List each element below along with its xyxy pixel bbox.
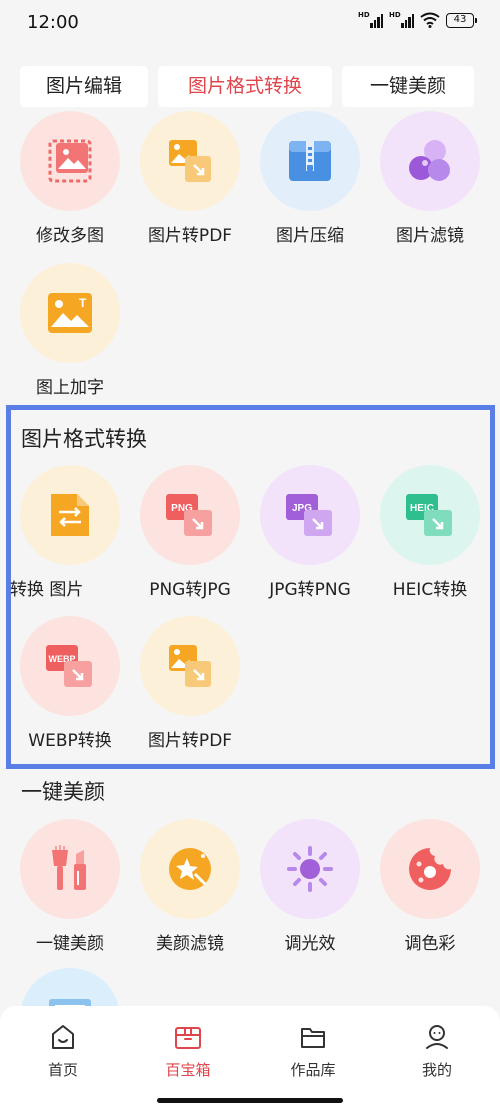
tool-one-key-beauty[interactable]: 一键美颜 xyxy=(10,819,130,956)
compress-zip-icon xyxy=(289,141,331,181)
tool-light-effect[interactable]: 调光效 xyxy=(250,819,370,956)
tool-beauty-filter[interactable]: 美颜滤镜 xyxy=(130,819,250,956)
filter-circles-icon xyxy=(409,140,450,181)
toolbox-icon xyxy=(175,1027,201,1049)
section-title-format: 图片格式转换 xyxy=(21,427,147,451)
jpg-icon: JPG xyxy=(286,494,332,536)
tool-jpg-to-png[interactable]: JPG JPG转PNG xyxy=(250,465,370,602)
nav-label: 作品库 xyxy=(290,1061,336,1079)
tool-label: PNG转JPG xyxy=(149,580,231,600)
tool-png-to-jpg[interactable]: PNG PNG转JPG xyxy=(130,465,250,602)
tool-label: 图片转PDF xyxy=(147,226,233,246)
convert-file-icon xyxy=(51,494,89,536)
status-icons: HD HD 43 xyxy=(358,11,477,28)
tool-label: 图上加字 xyxy=(36,378,104,398)
hd-tag: HD xyxy=(358,11,370,19)
tool-label: 图片滤镜 xyxy=(396,226,464,246)
tool-label: HEIC转换 xyxy=(392,580,468,600)
magic-star-icon xyxy=(169,848,211,890)
heic-icon: HEIC xyxy=(406,494,452,536)
bottom-nav: 首页 百宝箱 作品库 我的 xyxy=(0,1006,500,1111)
wifi-icon xyxy=(420,12,440,28)
tool-add-text[interactable]: T 图上加字 xyxy=(10,263,130,400)
nav-label: 首页 xyxy=(47,1061,78,1079)
add-text-image-icon: T xyxy=(48,293,92,333)
nav-works[interactable]: 作品库 xyxy=(273,1023,353,1080)
tool-image-to-pdf-2[interactable]: 图片转PDF xyxy=(130,616,250,753)
tool-webp[interactable]: WEBP WEBP转换 xyxy=(10,616,130,753)
tool-label: 图片压缩 xyxy=(276,226,344,246)
tool-label: 转换 图片 xyxy=(10,580,84,600)
nav-home[interactable]: 首页 xyxy=(23,1023,103,1080)
signal-icon: HD xyxy=(358,11,383,28)
home-indicator[interactable] xyxy=(157,1098,343,1103)
category-tabs: 图片编辑 图片格式转换 一键美颜 xyxy=(20,66,480,107)
tool-multi-image[interactable]: 修改多图 xyxy=(10,111,130,248)
palette-icon xyxy=(409,848,451,890)
tool-label: 美颜滤镜 xyxy=(156,934,224,954)
folder-icon xyxy=(301,1028,325,1048)
image-to-pdf-icon xyxy=(169,645,211,687)
multi-image-icon xyxy=(48,139,92,183)
png-icon: PNG xyxy=(166,494,212,536)
tool-label: 调色彩 xyxy=(404,934,456,954)
tool-label: 调光效 xyxy=(284,934,336,954)
tool-convert[interactable]: 转换 图片 xyxy=(10,465,130,602)
tool-label: WEBP转换 xyxy=(28,731,112,751)
tool-image-to-pdf[interactable]: 图片转PDF xyxy=(130,111,250,248)
svg-text:T: T xyxy=(79,296,87,310)
tool-label: JPG转PNG xyxy=(269,580,351,600)
hd-tag: HD xyxy=(389,11,401,19)
webp-icon: WEBP xyxy=(46,645,92,687)
tool-label: 图片转PDF xyxy=(147,731,233,751)
status-time: 12:00 xyxy=(27,12,79,33)
section-title-beauty: 一键美颜 xyxy=(21,780,105,804)
sun-icon xyxy=(287,846,333,892)
tool-color-adjust[interactable]: 调色彩 xyxy=(370,819,490,956)
tab-beauty[interactable]: 一键美颜 xyxy=(342,66,474,107)
signal-icon: HD xyxy=(389,11,414,28)
nav-label: 我的 xyxy=(421,1061,452,1079)
nav-label: 百宝箱 xyxy=(165,1061,211,1079)
tool-compress[interactable]: 图片压缩 xyxy=(250,111,370,248)
nav-profile[interactable]: 我的 xyxy=(397,1023,477,1080)
tab-format-convert[interactable]: 图片格式转换 xyxy=(158,66,332,107)
makeup-brush-icon xyxy=(52,845,86,890)
tool-filter[interactable]: 图片滤镜 xyxy=(370,111,490,248)
tool-heic[interactable]: HEIC HEIC转换 xyxy=(370,465,490,602)
tab-image-edit[interactable]: 图片编辑 xyxy=(20,66,148,107)
home-icon xyxy=(52,1025,74,1049)
image-to-pdf-icon xyxy=(169,140,211,182)
nav-toolbox[interactable]: 百宝箱 xyxy=(148,1023,228,1080)
status-bar: 12:00 HD HD 43 xyxy=(0,0,500,46)
tool-label: 修改多图 xyxy=(36,226,104,246)
battery-icon: 43 xyxy=(446,12,477,28)
profile-icon xyxy=(426,1025,448,1049)
tool-label: 一键美颜 xyxy=(36,934,104,954)
